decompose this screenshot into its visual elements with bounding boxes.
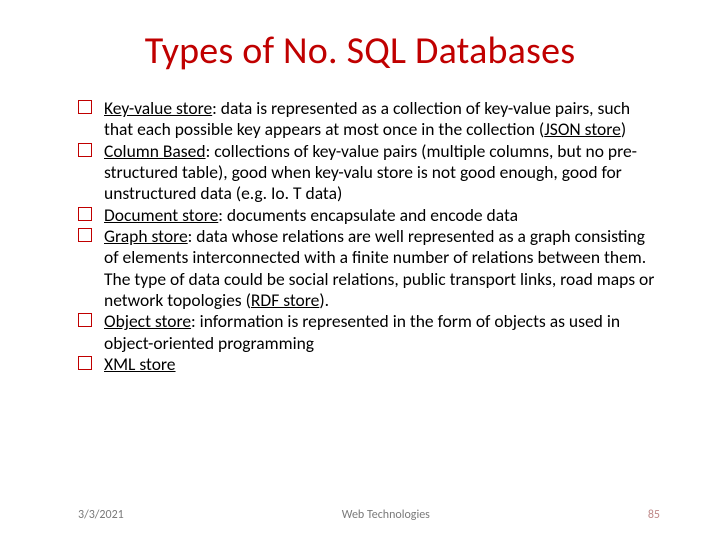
square-bullet-icon: [78, 228, 92, 242]
footer-date: 3/3/2021: [78, 508, 124, 522]
list-item: Object store: information is represented…: [78, 311, 660, 354]
bullet-list: Key-value store: data is represented as …: [60, 98, 660, 375]
list-item: XML store: [78, 354, 660, 375]
list-item: Document store: documents encapsulate an…: [78, 205, 660, 226]
item-lead: Document store: [104, 204, 218, 226]
square-bullet-icon: [78, 207, 92, 221]
square-bullet-icon: [78, 356, 92, 370]
square-bullet-icon: [78, 143, 92, 157]
list-item: Graph store: data whose relations are we…: [78, 226, 660, 311]
list-item: Key-value store: data is represented as …: [78, 98, 660, 141]
item-lead: Object store: [104, 310, 191, 332]
item-lead: Column Based: [104, 140, 206, 162]
item-paren: RDF store: [251, 289, 319, 311]
footer-center: Web Technologies: [124, 508, 648, 522]
item-rest: : documents encapsulate and encode data: [218, 204, 518, 226]
square-bullet-icon: [78, 313, 92, 327]
footer-page-number: 85: [648, 508, 660, 522]
item-lead: Key-value store: [104, 97, 212, 119]
item-paren: JSON store: [544, 118, 621, 140]
item-tail: ).: [319, 289, 329, 311]
item-lead: XML store: [104, 353, 176, 375]
square-bullet-icon: [78, 100, 92, 114]
item-tail: ): [621, 118, 626, 140]
slide-footer: 3/3/2021 Web Technologies 85: [0, 508, 720, 522]
slide: Types of No. SQL Databases Key-value sto…: [0, 0, 720, 540]
slide-title: Types of No. SQL Databases: [60, 28, 660, 74]
item-lead: Graph store: [104, 225, 188, 247]
list-item: Column Based: collections of key-value p…: [78, 141, 660, 205]
